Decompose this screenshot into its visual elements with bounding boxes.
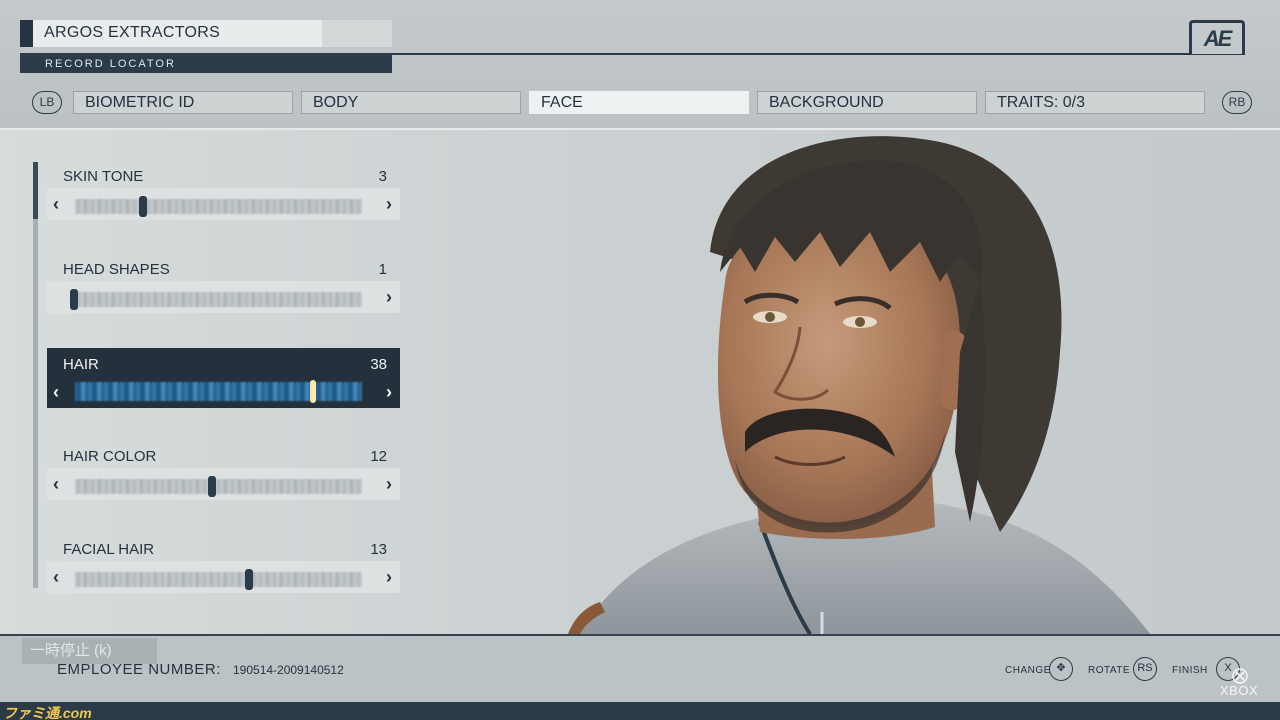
option-value: 1 [378,261,387,278]
option-facial-hair[interactable]: FACIAL HAIR 13 ‹ › [47,533,400,593]
slider-marker[interactable] [310,380,316,403]
slider-strip[interactable] [75,292,362,307]
option-label: FACIAL HAIR [63,541,155,558]
rotate-label: ROTATE [1088,665,1131,676]
employee-number-label: EMPLOYEE NUMBER: [57,661,221,678]
options-scrollbar[interactable] [33,162,38,588]
tab-traits[interactable]: TRAITS: 0/3 [985,91,1205,114]
option-label: SKIN TONE [63,168,144,185]
options-scrollbar-thumb[interactable] [33,162,38,219]
option-value: 38 [370,356,387,373]
chevron-left-icon[interactable]: ‹ [53,567,59,588]
record-locator-bar: RECORD LOCATOR [20,55,392,73]
chevron-left-icon[interactable]: ‹ [53,382,59,403]
slider-strip[interactable] [75,479,362,494]
company-name: ARGOS EXTRACTORS [44,24,221,41]
tab-biometric-id[interactable]: BIOMETRIC ID [73,91,293,114]
dpad-icon[interactable]: ✥ [1049,657,1073,681]
tab-face[interactable]: FACE [529,91,749,114]
finish-label: FINISH [1172,665,1208,676]
option-hair[interactable]: HAIR 38 ‹ › [47,348,400,408]
lb-button[interactable]: LB [32,91,62,114]
change-label: CHANGE [1005,665,1051,676]
chevron-right-icon[interactable]: › [386,567,392,588]
character-portrait[interactable] [560,132,1200,634]
tab-body[interactable]: BODY [301,91,521,114]
slider-marker[interactable] [208,476,216,497]
company-accent [20,20,33,47]
slider-marker[interactable] [139,196,147,217]
xbox-watermark: XBOX [1220,683,1259,698]
chevron-right-icon[interactable]: › [386,194,392,215]
employee-number-value: 190514-2009140512 [233,663,344,677]
ae-logo-text: AE [1203,26,1233,51]
option-label: HEAD SHAPES [63,261,170,278]
slider-strip[interactable] [75,572,362,587]
company-fade [322,20,392,47]
option-value: 13 [370,541,387,558]
chevron-right-icon[interactable]: › [386,474,392,495]
option-skin-tone[interactable]: SKIN TONE 3 ‹ › [47,160,400,220]
option-label: HAIR COLOR [63,448,157,465]
header: ARGOS EXTRACTORS RECORD LOCATOR AE LB BI… [0,0,1280,130]
record-locator-label: RECORD LOCATOR [45,58,176,70]
slider-strip[interactable] [75,382,362,401]
chevron-right-icon[interactable]: › [386,382,392,403]
ae-logo: AE [1189,20,1245,54]
slider-marker[interactable] [245,569,253,590]
option-hair-color[interactable]: HAIR COLOR 12 ‹ › [47,440,400,500]
option-value: 3 [378,168,387,185]
character-creator-screen: ARGOS EXTRACTORS RECORD LOCATOR AE LB BI… [0,0,1280,720]
famitsu-watermark: ファミ通.com [3,705,92,720]
option-value: 12 [370,448,387,465]
slider-marker[interactable] [70,289,78,310]
option-label: HAIR [63,356,99,373]
chevron-left-icon[interactable]: ‹ [53,474,59,495]
tab-background[interactable]: BACKGROUND [757,91,977,114]
bottom-strip [0,702,1280,720]
company-box: ARGOS EXTRACTORS [20,20,392,47]
rb-button[interactable]: RB [1222,91,1252,114]
option-head-shapes[interactable]: HEAD SHAPES 1 › [47,253,400,313]
rs-button[interactable]: RS [1133,657,1157,681]
slider-strip[interactable] [75,199,362,214]
footer: 一時停止 (k) EMPLOYEE NUMBER: 190514-2009140… [0,634,1280,702]
xbox-logo-icon [1232,668,1248,684]
chevron-right-icon[interactable]: › [386,287,392,308]
chevron-left-icon[interactable]: ‹ [53,194,59,215]
